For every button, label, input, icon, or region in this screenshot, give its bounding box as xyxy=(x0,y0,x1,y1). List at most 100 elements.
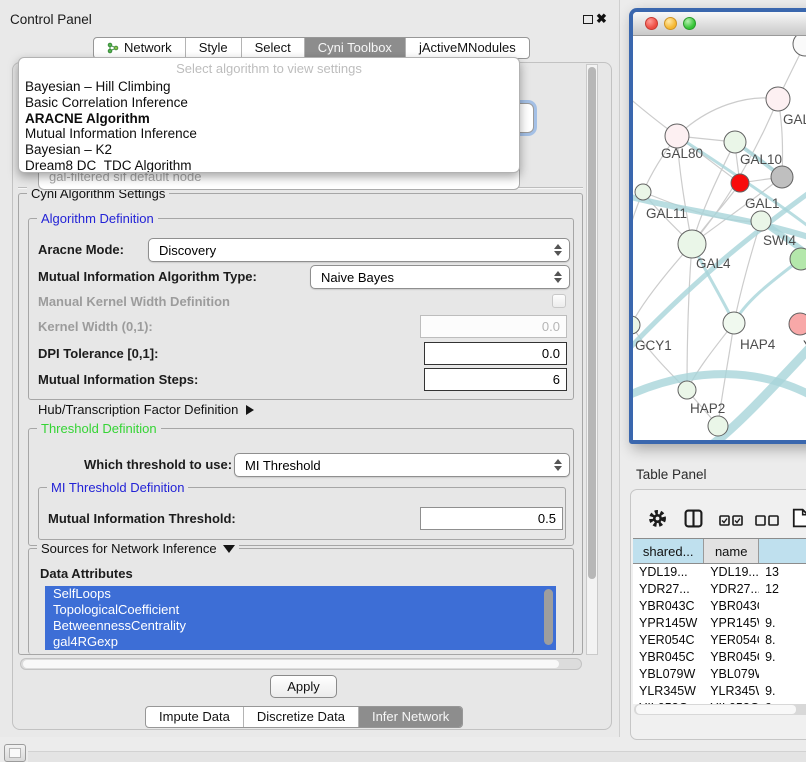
dpi-tolerance-field[interactable]: 0.0 xyxy=(424,342,567,365)
network-icon xyxy=(107,42,119,54)
attribute-item-gal4rgexp[interactable]: gal4RGexp xyxy=(45,634,556,650)
network-node-gcy1[interactable] xyxy=(633,316,640,334)
column-header-name[interactable]: name xyxy=(704,539,759,563)
table-row[interactable]: YBR045CYBR045C9. xyxy=(633,649,806,666)
network-node-hap2[interactable] xyxy=(678,381,696,399)
settings-horizontal-scrollbar[interactable] xyxy=(20,658,582,670)
attribute-item-betweennesscentrality[interactable]: BetweennessCentrality xyxy=(45,618,556,634)
network-node-gal1[interactable] xyxy=(731,174,749,192)
aracne-mode-label: Aracne Mode: xyxy=(38,238,124,262)
float-window-icon[interactable] xyxy=(583,15,593,24)
bottom-tab-bar: Impute DataDiscretize DataInfer Network xyxy=(145,706,463,728)
zoom-traffic-light-icon[interactable] xyxy=(683,17,696,30)
columns-icon[interactable] xyxy=(684,509,703,533)
mi-threshold-field[interactable]: 0.5 xyxy=(420,507,563,530)
settings-vertical-scrollbar[interactable] xyxy=(586,64,598,655)
aracne-mode-select[interactable]: Discovery xyxy=(148,238,570,262)
gear-icon[interactable] xyxy=(648,509,667,533)
table-cell: YBR043C xyxy=(633,598,704,615)
network-canvas[interactable]: GALGAL80GAL10GAL1GAL11SWI4GAL4GCY1HAP4YH… xyxy=(633,36,806,440)
network-window-titlebar[interactable] xyxy=(633,12,806,36)
tab-label: jActiveMNodules xyxy=(419,38,516,58)
data-attributes-label: Data Attributes xyxy=(40,566,133,581)
algorithm-option-mutual-information-inference[interactable]: Mutual Information Inference xyxy=(19,126,519,142)
column-header-shared[interactable]: shared... xyxy=(633,539,704,563)
network-edge xyxy=(677,98,778,136)
tab-network[interactable]: Network xyxy=(94,38,185,58)
table-cell: YPR145W xyxy=(704,615,759,632)
attribute-item-topologicalcoefficient[interactable]: TopologicalCoefficient xyxy=(45,602,556,618)
attribute-list-scrollbar[interactable] xyxy=(544,589,553,645)
document-icon[interactable] xyxy=(791,508,806,533)
mi-algorithm-type-select[interactable]: Naive Bayes xyxy=(310,265,570,289)
minimize-traffic-light-icon[interactable] xyxy=(664,17,677,30)
column-header-2[interactable] xyxy=(759,539,806,563)
network-node-gal10[interactable] xyxy=(724,131,746,153)
network-node-gal4[interactable] xyxy=(678,230,706,258)
table-row[interactable]: YLR345WYLR345W9. xyxy=(633,683,806,700)
hub-definition-expander[interactable]: Hub/Transcription Factor Definition xyxy=(38,402,254,417)
manual-kernel-width-checkbox[interactable] xyxy=(552,294,566,308)
node-label-gal80: GAL80 xyxy=(661,146,703,161)
network-node-hap4[interactable] xyxy=(723,312,745,334)
table-row[interactable]: YPR145WYPR145W9. xyxy=(633,615,806,632)
algorithm-option-basic-correlation-inference[interactable]: Basic Correlation Inference xyxy=(19,95,519,111)
algorithm-option-dream8-dc-tdc-algorithm[interactable]: Dream8 DC_TDC Algorithm xyxy=(19,158,519,173)
apply-button[interactable]: Apply xyxy=(270,675,337,698)
table-row[interactable]: YDL19...YDL19...13 xyxy=(633,564,806,581)
table-row[interactable]: YER054CYER054C8. xyxy=(633,632,806,649)
tab-select[interactable]: Select xyxy=(241,38,304,58)
table-cell: YLR345W xyxy=(704,683,759,700)
algorithm-option-bayesian-hill-climbing[interactable]: Bayesian – Hill Climbing xyxy=(19,79,519,95)
table-cell: YER054C xyxy=(633,632,704,649)
algorithm-option-bayesian-k2[interactable]: Bayesian – K2 xyxy=(19,142,519,158)
network-node-gal80[interactable] xyxy=(665,124,689,148)
network-node-gal11[interactable] xyxy=(635,184,651,200)
table-cell: YBL079W xyxy=(704,666,759,683)
which-threshold-select[interactable]: MI Threshold xyxy=(234,453,570,477)
algorithm-option-aracne-algorithm[interactable]: ARACNE Algorithm xyxy=(19,111,519,127)
network-node[interactable] xyxy=(771,166,793,188)
table-panel-title: Table Panel xyxy=(636,467,707,482)
tab-infer-network[interactable]: Infer Network xyxy=(358,707,462,727)
combo-arrows-icon xyxy=(554,271,562,283)
scrollbar-thumb[interactable] xyxy=(588,67,596,579)
network-node-swi4[interactable] xyxy=(751,211,771,231)
kernel-width-field: 0.0 xyxy=(420,315,567,338)
deselect-all-icon[interactable] xyxy=(755,513,779,531)
table-horizontal-scrollbar[interactable] xyxy=(634,704,806,715)
network-node[interactable] xyxy=(793,36,806,56)
mi-steps-field[interactable]: 6 xyxy=(424,368,567,391)
node-label-swi4: SWI4 xyxy=(763,233,796,248)
network-edge xyxy=(734,221,761,323)
select-all-icon[interactable] xyxy=(719,513,743,531)
tab-style[interactable]: Style xyxy=(185,38,241,58)
node-label-gcy1: GCY1 xyxy=(635,338,672,353)
network-node-gal[interactable] xyxy=(766,87,790,111)
scrollbar-thumb[interactable] xyxy=(23,660,559,668)
table-cell: YBR045C xyxy=(633,649,704,666)
close-traffic-light-icon[interactable] xyxy=(645,17,658,30)
table-cell: YDR27... xyxy=(704,581,759,598)
combo-arrows-icon xyxy=(554,244,562,256)
dpi-tolerance-label: DPI Tolerance [0,1]: xyxy=(38,342,158,365)
scrollbar-thumb[interactable] xyxy=(636,705,796,714)
table-row[interactable]: YDR27...YDR27...12 xyxy=(633,581,806,598)
sources-expander[interactable]: Sources for Network Inference xyxy=(37,541,239,556)
top-tab-bar: Network Style SelectCyni Toolbox jActiveMNo… xyxy=(93,37,530,59)
tab-cyni-toolbox[interactable]: Cyni Toolbox xyxy=(304,38,405,58)
network-node[interactable] xyxy=(708,416,728,436)
table-row[interactable]: YBL079WYBL079W xyxy=(633,666,806,683)
bottom-panel-edge xyxy=(28,751,806,762)
tab-label: Style xyxy=(199,38,228,58)
minimized-panel-icon[interactable] xyxy=(4,744,26,762)
node-label-gal11: GAL11 xyxy=(646,206,687,221)
tab-discretize-data[interactable]: Discretize Data xyxy=(243,707,358,727)
close-icon[interactable]: ✖ xyxy=(596,11,607,27)
tab-jactivemnodules[interactable]: jActiveMNodules xyxy=(405,38,529,58)
attribute-item-selfloops[interactable]: SelfLoops xyxy=(45,586,556,602)
table-cell: YBR043C xyxy=(704,598,759,615)
network-node-y[interactable] xyxy=(789,313,806,335)
tab-impute-data[interactable]: Impute Data xyxy=(146,707,243,727)
table-row[interactable]: YBR043CYBR043C xyxy=(633,598,806,615)
